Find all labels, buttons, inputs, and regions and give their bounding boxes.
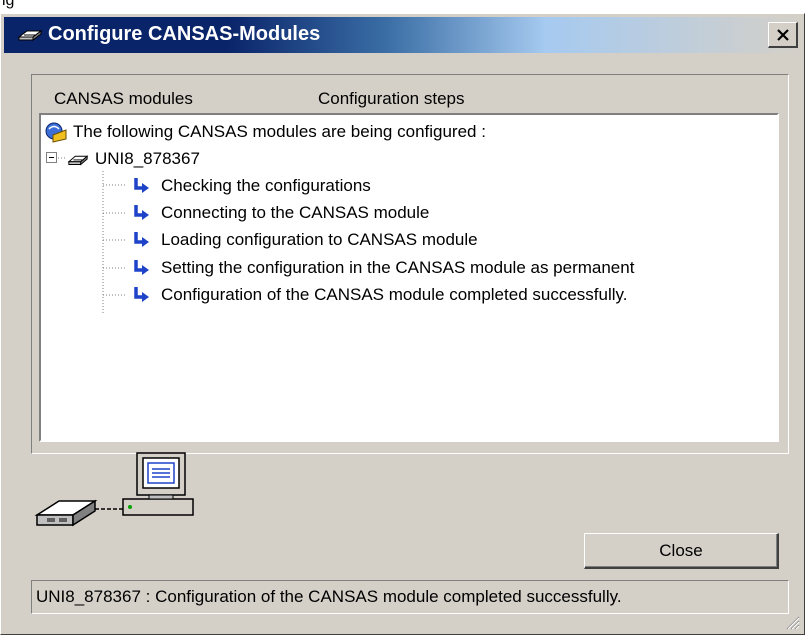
step-label: Connecting to the CANSAS module [161,203,430,222]
status-text: UNI8_878367 : Configuration of the CANSA… [36,587,622,606]
configuration-tree[interactable]: The following CANSAS modules are being c… [39,113,779,442]
step-label: Setting the configuration in the CANSAS … [161,258,635,277]
cansas-modules-icon [45,122,67,143]
step-arrow-icon [134,178,149,193]
step-label: Checking the configurations [161,176,371,195]
step-label: Configuration of the CANSAS module compl… [161,285,628,304]
tree-step-item[interactable]: Loading configuration to CANSAS module [131,227,478,253]
tree-module-node[interactable]: UNI8_878367 [67,146,200,172]
tree-step-item[interactable]: Connecting to the CANSAS module [131,200,429,226]
tree-step-item[interactable]: Setting the configuration in the CANSAS … [131,255,634,281]
module-computer-illustration-icon [34,452,194,527]
tab-configuration-steps[interactable]: Configuration steps [318,89,464,109]
collapse-toggle[interactable] [46,152,57,163]
step-arrow-icon [134,232,149,247]
tab-cansas-modules[interactable]: CANSAS modules [54,89,193,109]
background-window-fragment: ig [2,0,15,9]
close-button[interactable]: Close [584,533,779,569]
tree-step-item[interactable]: Configuration of the CANSAS module compl… [131,282,627,308]
step-label: Loading configuration to CANSAS module [161,230,478,249]
status-bar: UNI8_878367 : Configuration of the CANSA… [31,580,789,614]
configuration-panel: CANSAS modules Configuration steps The f… [31,74,789,454]
module-label: UNI8_878367 [95,149,200,168]
title-close-button[interactable] [768,22,798,48]
tree-header-label: The following CANSAS modules are being c… [73,122,486,141]
configure-dialog: Configure CANSAS-Modules CANSAS modules … [0,13,805,635]
step-arrow-icon [134,260,149,275]
module-icon [67,155,89,166]
resize-grip-icon[interactable] [784,614,800,630]
step-arrow-icon [134,287,149,302]
window-title: Configure CANSAS-Modules [48,23,321,45]
close-icon [776,28,789,41]
tree-step-item[interactable]: Checking the configurations [131,173,371,199]
step-arrow-icon [134,205,149,220]
title-bar[interactable]: Configure CANSAS-Modules [4,17,801,53]
tree-header-row: The following CANSAS modules are being c… [45,119,486,145]
cansas-module-icon [17,30,43,41]
